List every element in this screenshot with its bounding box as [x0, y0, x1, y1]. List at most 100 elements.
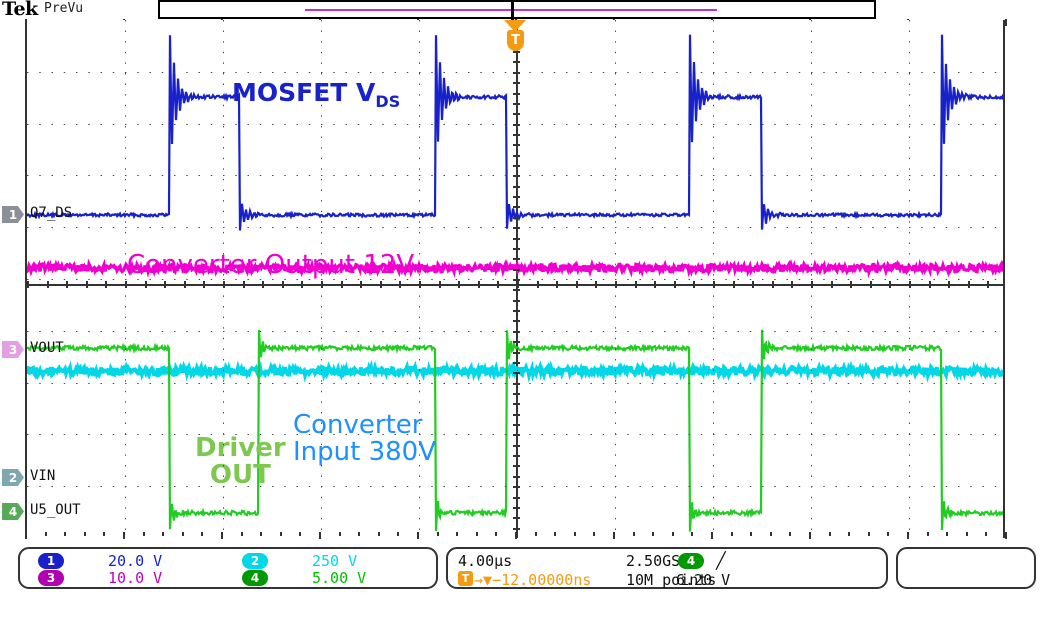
ruler-tick [241, 532, 243, 536]
ruler-tick [574, 532, 576, 536]
graticule-minor-tick-v [513, 331, 520, 333]
channel-marker-3[interactable]: 3 [2, 341, 24, 358]
ruler-tick [103, 532, 105, 536]
trigger-slope-icon[interactable]: ╱ [716, 551, 726, 570]
graticule-minor-tick-v [513, 486, 520, 488]
graticule-minor-tick-h [909, 281, 911, 288]
graticule[interactable]: MOSFET VDS Converter Output 12V Driver O… [25, 20, 1005, 538]
graticule-minor-tick-h [243, 281, 245, 288]
readout-time-per-div: 4.00µs [458, 552, 513, 570]
graticule-minor-tick-v [513, 383, 520, 385]
graticule-minor-tick-v [513, 217, 520, 219]
graticule-minor-tick-h [341, 281, 343, 288]
ruler-tick [358, 532, 360, 536]
graticule-minor-tick-v [513, 434, 520, 436]
ruler-tick [182, 532, 184, 536]
graticule-minor-tick-h [752, 281, 754, 288]
record-overview-bar[interactable] [158, 0, 876, 21]
top-status-bar: Tek PreVu [0, 0, 1042, 21]
graticule-minor-tick-h [733, 281, 735, 288]
prevu-status: PreVu [44, 1, 84, 16]
ruler-tick [907, 532, 909, 539]
annotation-mosfet-vds: MOSFET VDS [232, 78, 401, 111]
ruler-tick [535, 532, 537, 536]
graticule-minor-tick-v [513, 165, 520, 167]
graticule-minor-tick-h [811, 281, 813, 288]
readout-scale-ch3: 10.0 V [108, 569, 163, 587]
readout-scale-ch2: 250 V [312, 552, 358, 570]
graticule-minor-tick-v [513, 362, 520, 364]
channel-marker-1[interactable]: 1 [2, 206, 24, 223]
waveform-path-ch4 [27, 329, 1003, 532]
graticule-minor-tick-h [772, 281, 774, 288]
ruler-tick [868, 532, 870, 536]
graticule-minor-tick-v [513, 310, 520, 312]
readout-badge-ch2[interactable]: 2 [242, 553, 268, 569]
waveform-path-ch1 [27, 34, 1003, 231]
graticule-minor-tick-h [968, 281, 970, 288]
ruler-tick [672, 532, 674, 536]
readout-badge-ch3[interactable]: 3 [38, 570, 64, 586]
graticule-minor-tick-h [380, 281, 382, 288]
trigger-delay-value: −12.00000ns [492, 571, 592, 589]
graticule-minor-tick-h [929, 281, 931, 288]
graticule-minor-tick-h [870, 281, 872, 288]
graticule-minor-tick-h [145, 281, 147, 288]
waveform-ch4 [27, 329, 1003, 532]
ruler-tick [339, 532, 341, 536]
channel-marker-2[interactable]: 2 [2, 469, 24, 486]
graticule-minor-tick-v [513, 61, 520, 63]
graticule-minor-tick-h [66, 281, 68, 288]
graticule-minor-tick-v [513, 320, 520, 322]
ruler-tick [593, 532, 595, 536]
channel-marker-4[interactable]: 4 [2, 503, 24, 520]
graticule-minor-tick-h [282, 281, 284, 288]
ruler-tick [652, 532, 654, 536]
graticule-minor-tick-h [615, 281, 617, 288]
ruler-tick [789, 532, 791, 536]
graticule-minor-tick-v [513, 206, 520, 208]
graticule-minor-tick-h [262, 281, 264, 288]
ruler-tick [946, 532, 948, 536]
readout-badge-ch1[interactable]: 1 [38, 553, 64, 569]
ruler-tick [84, 532, 86, 536]
ruler-tick [633, 532, 635, 536]
readout-scale-ch1: 20.0 V [108, 552, 163, 570]
auxiliary-readout-panel[interactable] [896, 547, 1036, 589]
graticule-minor-tick-v [513, 403, 520, 405]
graticule-minor-tick-h [654, 281, 656, 288]
graticule-minor-tick-v [513, 507, 520, 509]
graticule-minor-tick-v [513, 186, 520, 188]
trigger-source-badge[interactable]: 4 [678, 553, 704, 569]
graticule-minor-tick-v [513, 352, 520, 354]
graticule-minor-tick-h [419, 281, 421, 288]
graticule-minor-tick-h [576, 281, 578, 288]
graticule-minor-tick-v [513, 300, 520, 302]
trigger-position-marker[interactable]: T [504, 20, 526, 54]
waveform-ch1 [27, 34, 1003, 231]
ruler-tick [985, 532, 987, 536]
ruler-tick [750, 532, 752, 536]
graticule-minor-tick-h [223, 281, 225, 288]
readout-badge-ch4[interactable]: 4 [242, 570, 268, 586]
graticule-minor-tick-v [513, 393, 520, 395]
graticule-minor-tick-v [513, 134, 520, 136]
vertical-readout-panel[interactable]: 1 20.0 V 2 250 V 3 10.0 V 4 5.00 V [18, 547, 438, 589]
graticule-minor-tick-h [184, 281, 186, 288]
ruler-tick [378, 532, 380, 536]
annotation-converter-input-line1: Converter [293, 410, 423, 440]
ruler-tick [966, 532, 968, 536]
ruler-tick [770, 532, 772, 536]
graticule-minor-tick-v [513, 227, 520, 229]
graticule-minor-tick-v [513, 465, 520, 467]
graticule-minor-tick-h [791, 281, 793, 288]
graticule-minor-tick-h [537, 281, 539, 288]
graticule-minor-tick-h [850, 281, 852, 288]
graticule-minor-tick-h [164, 281, 166, 288]
horizontal-trigger-readout-panel[interactable]: 4.00µs T →▼−12.00000ns 2.50GS/s 10M poin… [446, 547, 888, 589]
graticule-minor-tick-h [86, 281, 88, 288]
graticule-minor-tick-h [595, 281, 597, 288]
readout-trigger-delay: →▼−12.00000ns [474, 571, 591, 589]
readout-trigger-level: 6.20 V [676, 571, 731, 589]
graticule-minor-tick-v [513, 372, 520, 374]
